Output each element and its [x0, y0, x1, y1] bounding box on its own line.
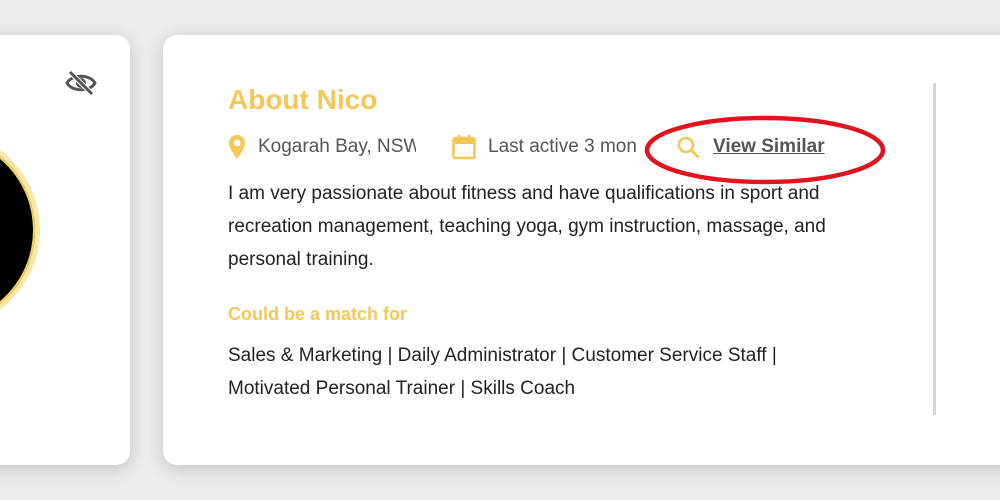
calendar-icon [452, 134, 476, 160]
left-profile-card [0, 35, 130, 465]
map-pin-icon [228, 134, 246, 160]
view-similar-link[interactable]: View Similar [677, 136, 825, 158]
location-info: Kogarah Bay, NSW [228, 134, 428, 160]
profile-meta: Kogarah Bay, NSW Last active 3 mon View … [228, 131, 878, 163]
profile-card: About Nico Kogarah Bay, NSW Last active … [163, 35, 1000, 465]
avatar [0, 130, 40, 330]
profile-description: I am very passionate about fitness and h… [228, 183, 826, 270]
match-roles: Sales & Marketing | Daily Administrator … [228, 345, 777, 399]
last-active-text: Last active 3 mon [488, 136, 637, 157]
profile-content: About Nico Kogarah Bay, NSW Last active … [228, 83, 878, 405]
match-heading: Could be a match for [228, 304, 408, 324]
location-text: Kogarah Bay, NSW [258, 136, 416, 157]
search-icon [677, 136, 699, 158]
last-active-info: Last active 3 mon [452, 134, 647, 160]
view-similar-label[interactable]: View Similar [713, 136, 825, 158]
profile-title: About Nico [228, 84, 378, 115]
eye-slash-icon[interactable] [64, 68, 98, 98]
vertical-divider [933, 83, 936, 415]
